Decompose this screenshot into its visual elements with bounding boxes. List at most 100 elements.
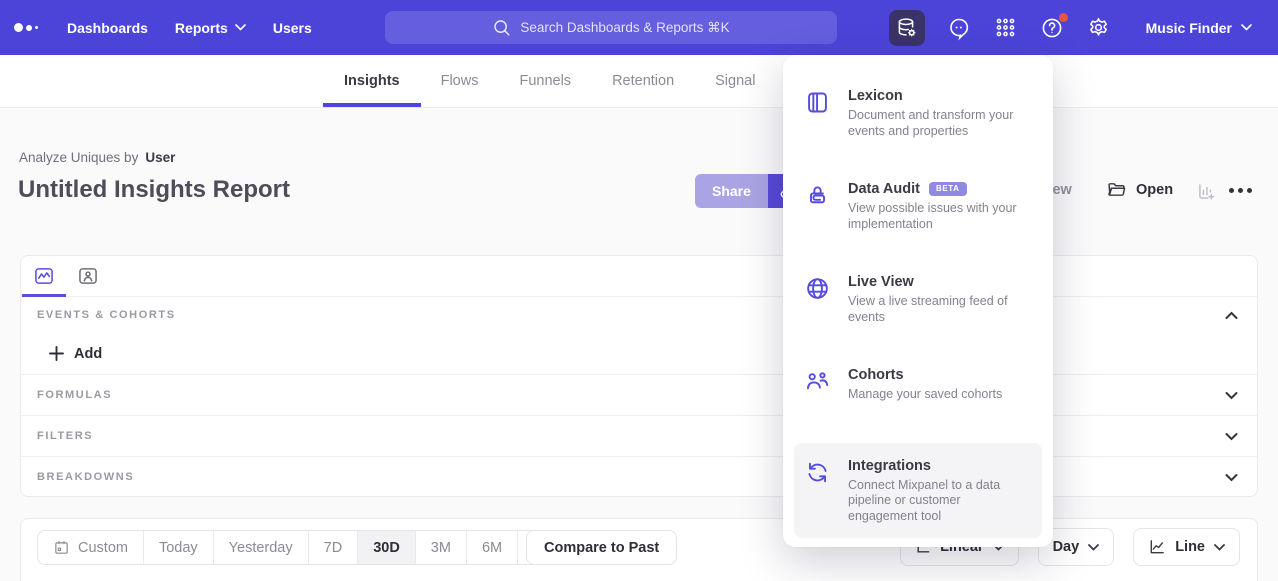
range-30d[interactable]: 30D [357, 531, 415, 564]
menu-item-description: View a live streaming feed of events [848, 294, 1026, 325]
tab-flows[interactable]: Flows [441, 55, 479, 107]
compare-label: Compare to Past [544, 540, 659, 556]
chart-controls-card: Custom Today Yesterday 7D 30D 3M 6M 12M … [20, 518, 1258, 581]
search-placeholder: Search Dashboards & Reports ⌘K [520, 20, 729, 36]
open-report-button[interactable]: Open [1106, 179, 1173, 200]
lock-audit-icon [804, 182, 831, 209]
tab-insights[interactable]: Insights [344, 55, 400, 107]
menu-item-title: Data Audit BETA [848, 181, 1026, 197]
range-label: Custom [78, 540, 128, 556]
interval-label: Day [1053, 539, 1080, 555]
nav-item-label: Reports [175, 20, 228, 36]
primary-nav: Dashboards Reports Users [67, 20, 312, 36]
range-label: Today [159, 540, 198, 556]
tab-label: Funnels [519, 73, 571, 89]
menu-item-lexicon[interactable]: Lexicon Document and transform your even… [798, 86, 1038, 141]
notification-dot [1059, 13, 1068, 22]
line-chart-tab-icon [33, 265, 55, 287]
range-6m[interactable]: 6M [466, 531, 517, 564]
nav-item-dashboards[interactable]: Dashboards [67, 20, 148, 36]
share-button[interactable]: Share [695, 174, 768, 208]
menu-item-description: Document and transform your events and p… [848, 108, 1026, 139]
breadcrumb-value[interactable]: User [145, 150, 175, 165]
open-label: Open [1136, 182, 1173, 198]
search-input[interactable]: Search Dashboards & Reports ⌘K [385, 11, 837, 44]
settings-button[interactable] [1086, 15, 1111, 40]
plus-icon [49, 346, 64, 361]
chevron-down-icon [235, 24, 246, 31]
chevron-down-icon[interactable] [1225, 391, 1238, 400]
date-range-segmented-control: Custom Today Yesterday 7D 30D 3M 6M 12M [37, 530, 577, 565]
menu-item-live-view[interactable]: Live View View a live streaming feed of … [798, 272, 1038, 327]
range-3m[interactable]: 3M [415, 531, 466, 564]
menu-item-body: Live View View a live streaming feed of … [848, 274, 1026, 325]
events-add-row: Add [21, 333, 1257, 374]
dot [1238, 188, 1243, 193]
user-tab-icon [77, 265, 99, 287]
chevron-down-icon[interactable] [1225, 473, 1238, 482]
speech-bubble-icon [946, 15, 972, 41]
tab-signal[interactable]: Signal [715, 55, 755, 107]
range-label: 3M [431, 540, 451, 556]
menu-item-cohorts[interactable]: Cohorts Manage your saved cohorts [798, 365, 1038, 405]
section-formulas[interactable]: FORMULAS [21, 374, 1257, 415]
compare-to-past-button[interactable]: Compare to Past [526, 530, 677, 565]
menu-item-description: View possible issues with your implement… [848, 201, 1026, 232]
menu-item-title: Lexicon [848, 88, 1026, 104]
nav-item-users[interactable]: Users [273, 20, 312, 36]
section-filters[interactable]: FILTERS [21, 415, 1257, 456]
lexicon-book-icon [804, 89, 831, 116]
data-management-menu: Lexicon Document and transform your even… [783, 55, 1053, 547]
range-label: Yesterday [229, 540, 293, 556]
help-button[interactable] [1039, 15, 1065, 41]
chevron-down-icon [1214, 544, 1225, 551]
menu-item-title: Integrations [848, 458, 1026, 474]
workspace-switcher[interactable]: Music Finder [1146, 20, 1252, 36]
tab-funnels[interactable]: Funnels [519, 55, 571, 107]
apps-grid-icon [993, 15, 1018, 40]
globe-icon [804, 275, 831, 302]
sync-arrows-icon [804, 459, 831, 486]
apps-grid-button[interactable] [993, 15, 1018, 40]
tab-retention[interactable]: Retention [612, 55, 674, 107]
menu-item-body: Cohorts Manage your saved cohorts [848, 367, 1026, 403]
folder-icon [1106, 179, 1127, 200]
query-mode-tabs [21, 256, 1257, 297]
more-actions-button[interactable] [1229, 188, 1252, 193]
range-today[interactable]: Today [143, 531, 213, 564]
menu-item-body: Lexicon Document and transform your even… [848, 88, 1026, 139]
chevron-down-icon [1088, 544, 1099, 551]
range-label: 7D [324, 540, 343, 556]
tab-users-mode[interactable] [66, 256, 110, 296]
menu-item-body: Integrations Connect Mixpanel to a data … [848, 458, 1026, 525]
data-management-button[interactable] [889, 10, 925, 46]
gear-icon [1086, 15, 1111, 40]
menu-item-body: Data Audit BETA View possible issues wit… [848, 181, 1026, 232]
add-to-dashboard-button[interactable] [1196, 181, 1217, 202]
range-yesterday[interactable]: Yesterday [213, 531, 308, 564]
chart-add-icon [1196, 181, 1217, 202]
menu-item-integrations[interactable]: Integrations Connect Mixpanel to a data … [794, 443, 1042, 539]
chevron-down-icon[interactable] [1225, 432, 1238, 441]
chart-type-dropdown[interactable]: Line [1133, 528, 1240, 566]
menu-item-data-audit[interactable]: Data Audit BETA View possible issues wit… [798, 179, 1038, 234]
add-event-button[interactable]: Add [49, 346, 102, 362]
section-label: FORMULAS [37, 389, 112, 401]
section-breakdowns[interactable]: BREAKDOWNS [21, 456, 1257, 497]
breadcrumb: Analyze Uniques byUser [19, 150, 175, 165]
nav-item-reports[interactable]: Reports [175, 20, 246, 36]
section-events-cohorts[interactable]: EVENTS & COHORTS [21, 297, 1257, 333]
range-7d[interactable]: 7D [308, 531, 358, 564]
chart-type-label: Line [1175, 539, 1205, 555]
app-root: Dashboards Reports Users Search Dashboar… [0, 0, 1278, 581]
chevron-up-icon[interactable] [1225, 311, 1238, 320]
menu-item-title: Cohorts [848, 367, 1026, 383]
mixpanel-logo-icon[interactable] [14, 23, 40, 32]
tab-events-mode[interactable] [22, 256, 66, 296]
range-label: 6M [482, 540, 502, 556]
dot [1229, 188, 1234, 193]
page-title[interactable]: Untitled Insights Report [18, 176, 290, 204]
tab-label: Flows [441, 73, 479, 89]
feedback-button[interactable] [946, 15, 972, 41]
range-custom[interactable]: Custom [38, 531, 143, 564]
